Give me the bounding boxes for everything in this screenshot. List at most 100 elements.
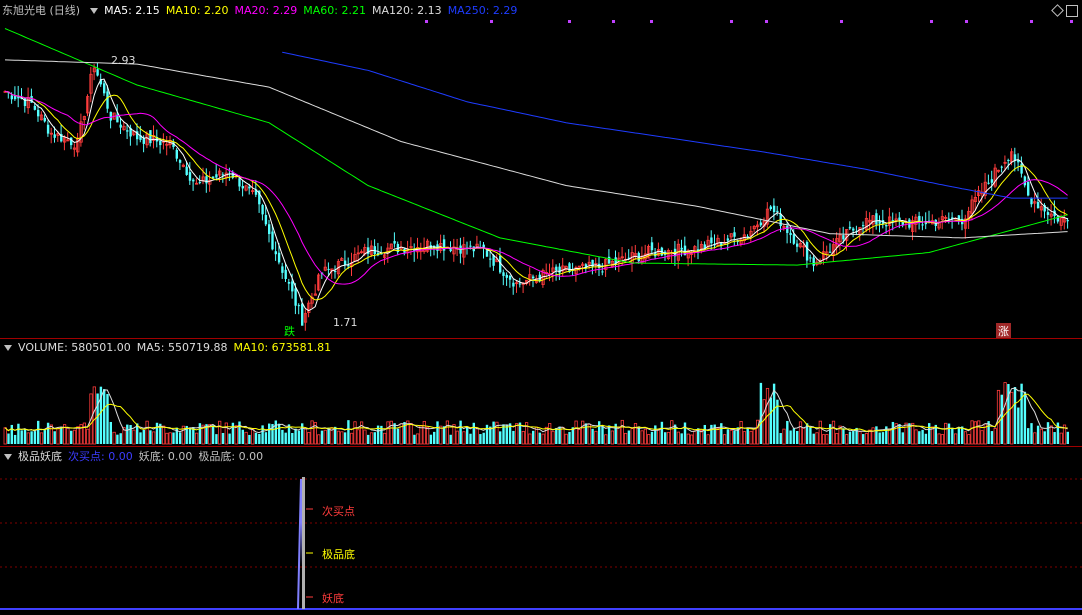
volume-bar xyxy=(39,432,44,445)
volume-bar xyxy=(475,427,479,445)
volume-bar xyxy=(568,431,571,444)
volume-bar xyxy=(1056,422,1060,444)
volume-bar xyxy=(13,434,17,444)
volume-bar xyxy=(528,433,532,445)
signal-dot xyxy=(650,20,653,23)
ma-indicator-4: MA120: 2.13 xyxy=(371,4,442,17)
candle xyxy=(1000,166,1003,168)
volume-bar xyxy=(594,430,598,445)
buy-point-label: 次买点 xyxy=(322,505,355,518)
volume-bar xyxy=(112,431,116,445)
volume-bar xyxy=(1043,431,1046,444)
volume-bar xyxy=(676,431,681,445)
chevron-down-icon[interactable] xyxy=(90,8,99,14)
window-restore-icon[interactable] xyxy=(1066,5,1078,17)
volume-bar xyxy=(521,431,525,445)
volume-bar xyxy=(564,433,568,445)
volume-indicator-0: VOLUME: 580501.00 xyxy=(18,341,131,354)
signal-dot xyxy=(1070,20,1073,23)
volume-bar xyxy=(937,433,941,445)
volume-bar xyxy=(690,434,694,445)
volume-bar xyxy=(601,425,604,444)
candle xyxy=(334,271,337,273)
candle xyxy=(829,251,832,253)
volume-bar xyxy=(924,433,928,444)
volume-bar xyxy=(1046,422,1050,444)
volume-bar xyxy=(336,430,341,445)
candle xyxy=(842,235,845,240)
high-price-label: 2.93 xyxy=(111,54,136,67)
volume-bar xyxy=(327,427,330,444)
volume-bar xyxy=(657,429,661,445)
candle xyxy=(264,214,268,225)
volume-bar xyxy=(152,431,156,445)
volume-bar xyxy=(921,429,924,444)
ma-indicator-2: MA20: 2.29 xyxy=(234,4,298,17)
volume-bar xyxy=(86,428,90,445)
volume-bar xyxy=(815,432,819,445)
ma-indicator-list: MA5: 2.15 MA10: 2.20 MA20: 2.29 MA60: 2.21 M… xyxy=(104,4,523,17)
volume-bar xyxy=(132,429,136,445)
volume-bar xyxy=(993,428,997,445)
volume-bar xyxy=(716,427,720,445)
volume-bar xyxy=(548,423,552,445)
candle xyxy=(489,258,492,260)
signal-dot xyxy=(425,20,428,23)
volume-bar xyxy=(1053,432,1056,444)
signal-dot xyxy=(730,20,733,23)
candle xyxy=(294,288,297,306)
volume-bar xyxy=(49,424,54,445)
volume-bar xyxy=(168,432,172,445)
chevron-down-icon[interactable] xyxy=(4,345,12,351)
volume-bar xyxy=(244,431,248,445)
volume-bar xyxy=(155,422,159,444)
volume-bar xyxy=(726,429,730,444)
candle xyxy=(1030,198,1033,205)
volume-bar xyxy=(561,426,565,445)
volume-bar xyxy=(733,430,736,444)
volume-bar xyxy=(1027,428,1030,444)
volume-bar xyxy=(53,431,56,444)
volume-bar xyxy=(386,421,390,445)
price-chart[interactable] xyxy=(0,0,1082,338)
volume-bar xyxy=(650,431,654,444)
volume-bar xyxy=(693,430,697,445)
chevron-down-icon[interactable] xyxy=(4,454,12,460)
volume-bar xyxy=(119,433,122,444)
volume-bar xyxy=(818,420,822,445)
volume-bar xyxy=(161,425,166,445)
price-pane[interactable]: 东旭光电 (日线) MA5: 2.15 MA10: 2.20 MA20: 2.29 MA… xyxy=(0,0,1082,339)
volume-bar xyxy=(577,429,582,445)
volume-bar xyxy=(178,432,182,444)
volume-bar xyxy=(72,429,77,445)
signal-dot xyxy=(765,20,768,23)
volume-bar xyxy=(944,422,948,445)
volume-bar xyxy=(686,433,690,445)
volume-bar xyxy=(951,427,954,444)
indicator-chart[interactable] xyxy=(0,447,1082,615)
candle xyxy=(852,228,855,231)
volume-bar xyxy=(792,428,796,444)
volume-bar xyxy=(396,428,400,444)
volume-pane[interactable]: VOLUME: 580501.00 MA5: 550719.88 MA10: 673… xyxy=(0,339,1082,446)
volume-bar xyxy=(604,434,608,445)
volume-bar xyxy=(126,424,129,444)
volume-bar xyxy=(258,433,261,444)
volume-bar xyxy=(858,431,862,445)
candle xyxy=(532,276,535,279)
candle xyxy=(33,105,37,110)
volume-bar xyxy=(429,434,433,444)
indicator-pane[interactable]: 极品妖底 次买点: 0.00 妖底: 0.00 极品底: 0.00 次买点 极品底 妖… xyxy=(0,447,1082,615)
volume-chart[interactable] xyxy=(0,339,1082,446)
volume-bar xyxy=(901,432,904,444)
signal-dot xyxy=(490,20,493,23)
volume-bar xyxy=(211,425,215,444)
candle xyxy=(726,238,730,241)
volume-bar xyxy=(409,423,413,445)
candle xyxy=(393,240,396,244)
volume-bar xyxy=(165,432,169,445)
volume-indicator-1: MA5: 550719.88 xyxy=(136,341,228,354)
volume-bar xyxy=(172,432,175,444)
candle xyxy=(109,111,112,121)
candle xyxy=(805,241,809,261)
